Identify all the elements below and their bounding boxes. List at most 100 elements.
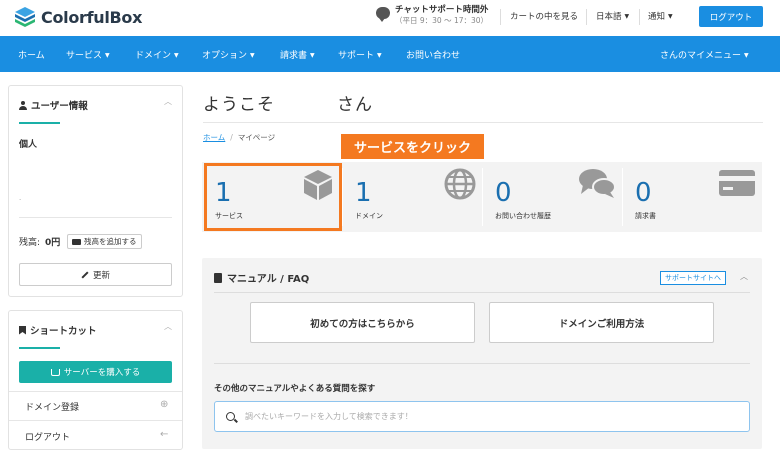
balance-label: 残高: (19, 238, 41, 248)
update-button[interactable]: 更新 (19, 263, 172, 286)
add-balance-button[interactable]: 残高を追加する (67, 234, 142, 249)
shortcut-title: ショートカット (19, 323, 97, 337)
divider (19, 217, 172, 218)
nav-item-services[interactable]: サービス ▼ (66, 48, 110, 61)
placeholder-dot: . (19, 194, 22, 202)
caret-down-icon: ▼ (744, 52, 749, 59)
cart-icon (50, 368, 60, 376)
caret-down-icon: ▼ (105, 52, 110, 59)
user-info-title: ユーザー情報 (19, 98, 88, 112)
title-underline (19, 122, 60, 124)
nav-item-options[interactable]: オプション ▼ (202, 48, 255, 61)
account-type: 個人 (19, 140, 38, 150)
stat-inquiries[interactable]: 0 お問い合わせ履歴 (482, 162, 622, 232)
faq-search-box (214, 401, 750, 432)
breadcrumb-separator: / (230, 133, 233, 142)
arrow-left-icon: ← (160, 429, 169, 440)
nav-item-invoices[interactable]: 請求書 ▼ (280, 48, 315, 61)
nav-label: さんのマイメニュー (660, 51, 742, 61)
language-selector[interactable]: 日本語 ▼ (596, 10, 629, 22)
chevron-up-icon[interactable]: ︿ (740, 271, 748, 282)
support-status-title: チャットサポート時間外 (395, 5, 489, 15)
welcome-prefix: ようこそ (203, 95, 275, 115)
chat-bubbles-icon (579, 169, 616, 198)
stat-count: 0 (495, 178, 512, 208)
shortcut-domain-register[interactable]: ドメイン登録 (25, 400, 79, 413)
logo-icon (15, 7, 35, 27)
stat-label: お問い合わせ履歴 (495, 212, 551, 220)
update-label: 更新 (92, 270, 110, 281)
divider (9, 391, 182, 392)
nav-item-contact[interactable]: お問い合わせ (406, 48, 460, 61)
nav-label: ドメイン (135, 51, 172, 61)
title-divider (203, 122, 763, 123)
breadcrumb-current: マイページ (237, 133, 276, 142)
brand-logo[interactable]: ColorfulBox (14, 6, 142, 28)
nav-item-home[interactable]: ホーム (18, 48, 45, 61)
header-divider (500, 9, 501, 25)
faq-search-label: その他のマニュアルやよくある質問を探す (214, 384, 376, 394)
globe-icon (444, 168, 476, 200)
divider (214, 363, 750, 364)
cart-link[interactable]: カートの中を見る (510, 10, 578, 22)
beginners-guide-button[interactable]: 初めての方はこちらから (250, 302, 475, 343)
top-header: ColorfulBox チャットサポート時間外 （平日 9：30 〜 17：30… (0, 0, 780, 36)
globe-icon: ⊕ (160, 399, 169, 410)
services-highlight-box (204, 163, 342, 231)
add-balance-label: 残高を追加する (84, 237, 137, 246)
shortcut-title-text: ショートカット (30, 326, 97, 337)
brand-name: ColorfulBox (41, 7, 143, 27)
credit-card-icon (719, 170, 755, 196)
stat-label: 請求書 (635, 212, 656, 220)
header-divider (586, 9, 587, 25)
user-icon (19, 100, 27, 110)
manual-title: マニュアル / FAQ (214, 270, 309, 285)
pencil-icon (81, 270, 89, 279)
caret-down-icon: ▼ (250, 52, 255, 59)
breadcrumb: ホーム / マイページ (203, 132, 275, 143)
chevron-up-icon[interactable]: ︿ (164, 96, 172, 107)
caret-down-icon: ▼ (668, 13, 673, 20)
nav-label: オプション (202, 51, 248, 61)
caret-down-icon: ▼ (624, 13, 630, 20)
chat-icon (376, 7, 390, 22)
breadcrumb-home[interactable]: ホーム (203, 133, 225, 142)
buy-server-label: サーバーを購入する (63, 368, 141, 378)
stat-count: 1 (355, 178, 372, 208)
nav-label: サポート (338, 51, 375, 61)
stat-invoices[interactable]: 0 請求書 (622, 162, 762, 232)
bookmark-icon (19, 325, 26, 335)
nav-item-my-menu[interactable]: さんのマイメニュー ▼ (660, 48, 749, 61)
support-site-link[interactable]: サポートサイトへ (660, 271, 726, 285)
stat-label: ドメイン (355, 212, 383, 220)
title-underline (19, 347, 60, 349)
balance-value: 0円 (45, 238, 61, 248)
instruction-callout: サービスをクリック (341, 134, 484, 159)
caret-down-icon: ▼ (377, 52, 382, 59)
header-divider (639, 9, 640, 25)
notifications-menu[interactable]: 通知 ▼ (648, 10, 673, 22)
nav-label: 請求書 (280, 51, 308, 61)
page-title: ようこそ さん (203, 90, 373, 115)
logout-button[interactable]: ログアウト (699, 6, 763, 27)
user-info-title-text: ユーザー情報 (31, 101, 88, 112)
caret-down-icon: ▼ (310, 52, 315, 59)
nav-item-support[interactable]: サポート ▼ (338, 48, 382, 61)
domain-guide-button[interactable]: ドメインご利用方法 (489, 302, 714, 343)
manual-title-text: マニュアル / FAQ (227, 274, 310, 285)
divider (214, 292, 750, 293)
support-hours: （平日 9：30 〜 17：30） (395, 16, 489, 25)
stat-count: 0 (635, 178, 652, 208)
chevron-up-icon[interactable]: ︿ (164, 321, 172, 332)
notifications-label: 通知 (648, 12, 666, 22)
divider (9, 420, 182, 421)
language-label: 日本語 (596, 12, 622, 22)
nav-item-domains[interactable]: ドメイン ▼ (135, 48, 179, 61)
faq-search-input[interactable] (245, 412, 725, 421)
stat-domains[interactable]: 1 ドメイン (342, 162, 482, 232)
nav-label: サービス (66, 51, 103, 61)
caret-down-icon: ▼ (174, 52, 179, 59)
buy-server-button[interactable]: サーバーを購入する (19, 361, 172, 383)
shortcut-logout[interactable]: ログアウト (25, 430, 70, 443)
book-icon (214, 272, 222, 283)
